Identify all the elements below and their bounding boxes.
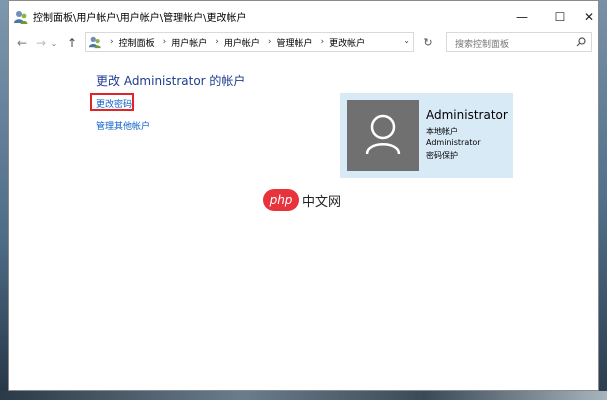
breadcrumb-manage-accounts[interactable]: 管理帐户 <box>276 36 312 49</box>
watermark-text: 中文网 <box>302 194 342 210</box>
maximize-icon: ☐ <box>554 9 566 24</box>
user-accounts-icon <box>14 11 28 24</box>
breadcrumb-user-accounts-sub[interactable]: 用户帐户 <box>224 36 260 49</box>
breadcrumb-separator[interactable]: › <box>268 37 272 47</box>
maximize-button[interactable]: ☐ <box>540 1 580 32</box>
account-name: Administrator <box>426 108 508 122</box>
forward-button[interactable]: → <box>32 34 50 52</box>
chevron-down-icon: ⌄ <box>50 38 58 48</box>
watermark-logo: php <box>263 189 299 211</box>
desktop-background-right <box>599 0 607 400</box>
breadcrumb-separator[interactable]: › <box>215 37 219 47</box>
avatar <box>347 100 419 171</box>
account-username: Administrator <box>426 138 481 147</box>
address-dropdown-icon[interactable]: ⌄ <box>403 36 410 45</box>
arrow-right-icon: → <box>35 36 47 50</box>
recent-locations-button[interactable]: ⌄ <box>49 34 59 52</box>
search-input[interactable]: 搜索控制面板 <box>446 32 592 52</box>
back-button[interactable]: ← <box>13 34 31 52</box>
change-password-link[interactable]: 更改密码 <box>96 97 132 110</box>
change-password-highlight[interactable]: 更改密码 <box>90 93 134 111</box>
account-type: 本地帐户 <box>426 127 458 136</box>
minimize-icon: — <box>516 9 528 24</box>
desktop-background-bottom <box>0 391 607 400</box>
breadcrumb-control-panel[interactable]: 控制面板 <box>119 36 155 49</box>
search-icon[interactable] <box>576 37 586 47</box>
control-panel-window: 控制面板\用户帐户\用户帐户\管理帐户\更改帐户 — ☐ ✕ ← → ⌄ ↑ ›… <box>8 0 599 391</box>
breadcrumb-separator: › <box>110 37 114 47</box>
up-button[interactable]: ↑ <box>63 34 81 52</box>
search-placeholder: 搜索控制面板 <box>455 40 510 50</box>
user-icon <box>365 114 401 155</box>
watermark: php 中文网 <box>263 189 341 211</box>
page-title: 更改 Administrator 的帐户 <box>96 74 246 88</box>
refresh-button[interactable]: ↻ <box>420 32 436 52</box>
user-accounts-icon <box>88 36 101 49</box>
arrow-left-icon: ← <box>16 36 28 50</box>
manage-other-accounts-link[interactable]: 管理其他帐户 <box>96 119 150 132</box>
account-password-status: 密码保护 <box>426 151 458 160</box>
breadcrumb-user-accounts[interactable]: 用户帐户 <box>171 36 207 49</box>
close-icon: ✕ <box>583 9 595 24</box>
arrow-up-icon: ↑ <box>66 36 78 50</box>
minimize-button[interactable]: — <box>502 1 542 32</box>
breadcrumb-separator[interactable]: › <box>321 37 325 47</box>
account-card: Administrator 本地帐户 Administrator 密码保护 <box>340 93 513 178</box>
breadcrumb-separator[interactable]: › <box>163 37 167 47</box>
window-title: 控制面板\用户帐户\用户帐户\管理帐户\更改帐户 <box>33 13 247 24</box>
breadcrumb-change-account[interactable]: 更改帐户 <box>329 36 365 49</box>
address-bar[interactable]: › 控制面板 › 用户帐户 › 用户帐户 › 管理帐户 › 更改帐户 ⌄ <box>85 32 414 52</box>
close-button[interactable]: ✕ <box>578 1 600 32</box>
refresh-icon: ↻ <box>423 35 433 49</box>
title-bar[interactable]: 控制面板\用户帐户\用户帐户\管理帐户\更改帐户 — ☐ ✕ <box>9 1 598 32</box>
desktop-background-left <box>0 0 8 400</box>
